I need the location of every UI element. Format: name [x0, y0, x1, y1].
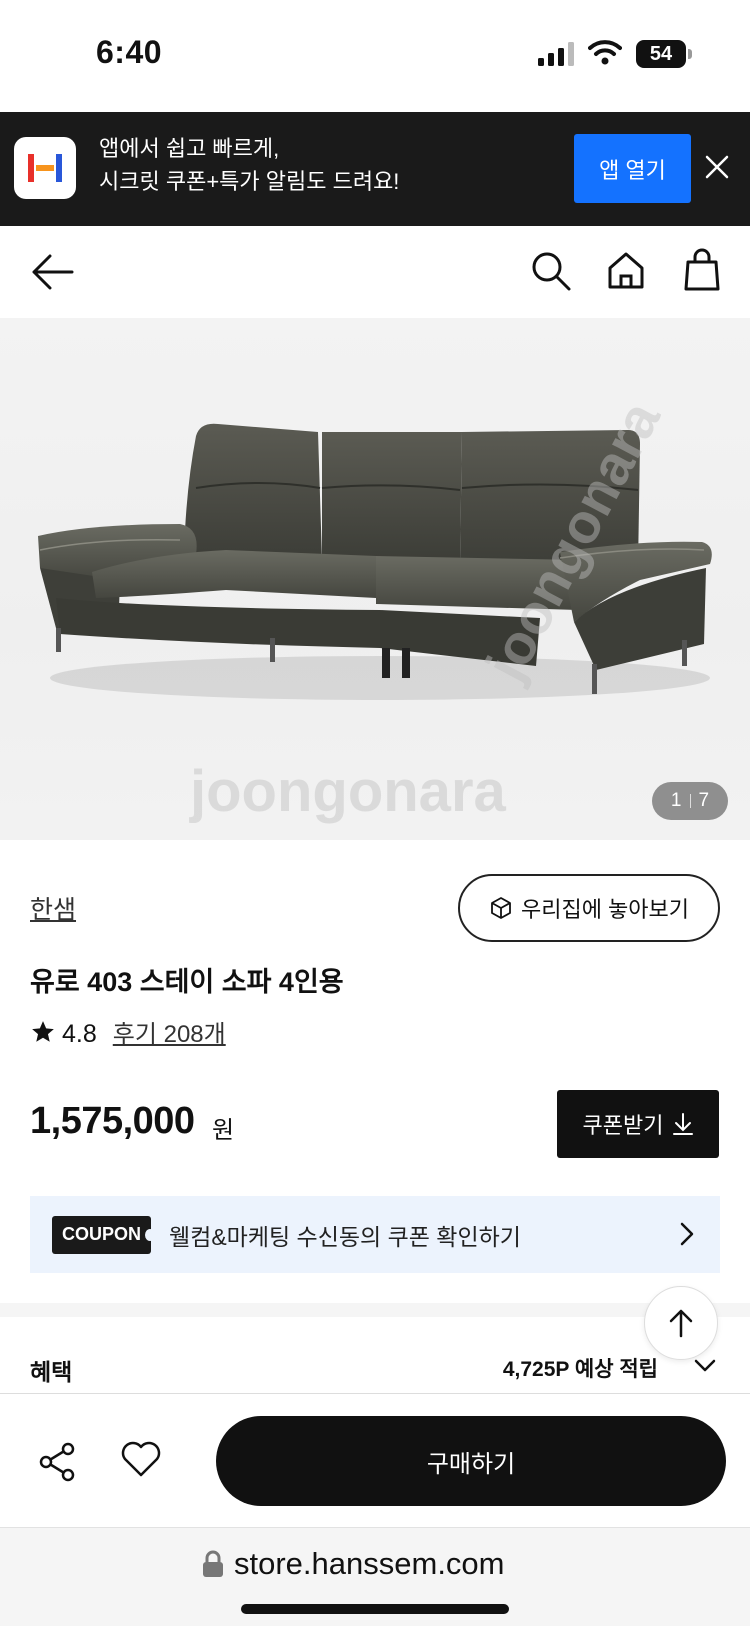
get-coupon-label: 쿠폰받기: [582, 1113, 664, 1138]
lock-icon: [203, 1550, 223, 1577]
product-title: 유로 403 스테이 소파 4인용: [30, 967, 344, 997]
status-bar: 6:40 54: [0, 0, 750, 112]
cube-icon: [491, 897, 511, 919]
search-icon[interactable]: [530, 250, 572, 292]
image-counter: 1 7: [652, 782, 728, 820]
ar-view-label: 우리집에 놓아보기: [520, 897, 690, 922]
open-app-button[interactable]: 앱 열기: [574, 134, 691, 203]
rating-row: 4.8 후기 208개: [30, 1014, 226, 1049]
home-icon[interactable]: [606, 250, 646, 290]
chevron-right-icon: [680, 1222, 694, 1246]
download-icon: [673, 1113, 694, 1135]
back-arrow-icon[interactable]: [30, 252, 74, 292]
brand-link[interactable]: 한샘: [30, 890, 76, 926]
buy-button[interactable]: 구매하기: [216, 1416, 726, 1506]
shopping-bag-icon[interactable]: [684, 248, 720, 292]
watermark-text: joongonara: [190, 759, 506, 824]
coupon-banner-text: 웰컴&마케팅 수신동의 쿠폰 확인하기: [169, 1223, 521, 1250]
rating-value: 4.8: [62, 1020, 97, 1048]
scroll-to-top-button[interactable]: [644, 1286, 718, 1360]
benefit-row[interactable]: 혜택 4,725P 예상 적립: [0, 1317, 750, 1397]
coupon-banner[interactable]: COUPON 웰컴&마케팅 수신동의 쿠폰 확인하기: [30, 1196, 720, 1273]
get-coupon-button[interactable]: 쿠폰받기: [557, 1090, 719, 1158]
benefit-points: 4,725P 예상 적립: [502, 1358, 658, 1381]
product-price: 1,575,000: [30, 1100, 195, 1142]
app-banner-line2: 시크릿 쿠폰+특가 알림도 드려요!: [99, 169, 400, 194]
browser-url-bar[interactable]: store.hanssem.com: [0, 1527, 750, 1626]
app-install-banner: 앱에서 쉽고 빠르게, 시크릿 쿠폰+특가 알림도 드려요! 앱 열기: [0, 112, 750, 226]
heart-icon[interactable]: [120, 1440, 162, 1478]
status-time: 6:40: [96, 34, 163, 70]
arrow-up-icon: [669, 1309, 693, 1338]
image-counter-current: 1: [670, 790, 682, 811]
wifi-icon: [588, 40, 622, 65]
home-indicator: [241, 1604, 509, 1614]
star-icon: [32, 1020, 54, 1042]
price-unit: 원: [212, 1117, 235, 1144]
product-image-carousel[interactable]: joongonara joongonara 1 7: [0, 318, 750, 840]
share-icon[interactable]: [38, 1442, 76, 1482]
app-banner-message: 앱에서 쉽고 빠르게, 시크릿 쿠폰+특가 알림도 드려요!: [99, 132, 399, 198]
battery-indicator: 54: [636, 40, 692, 68]
ar-view-button[interactable]: 우리집에 놓아보기: [458, 874, 720, 942]
app-banner-line1: 앱에서 쉽고 빠르게,: [99, 136, 280, 161]
cellular-signal-icon: [538, 42, 574, 66]
close-icon[interactable]: [702, 152, 732, 182]
top-navigation: [0, 226, 750, 318]
image-counter-total: 7: [698, 790, 710, 811]
chevron-down-icon[interactable]: [694, 1359, 716, 1373]
bottom-action-bar: 구매하기: [0, 1393, 750, 1527]
section-divider: [0, 1303, 750, 1317]
coupon-tag: COUPON: [52, 1215, 156, 1254]
url-text[interactable]: store.hanssem.com: [234, 1546, 505, 1582]
review-count-link[interactable]: 후기 208개: [113, 1014, 226, 1049]
app-logo: [14, 137, 76, 199]
benefit-label: 혜택: [30, 1359, 73, 1385]
